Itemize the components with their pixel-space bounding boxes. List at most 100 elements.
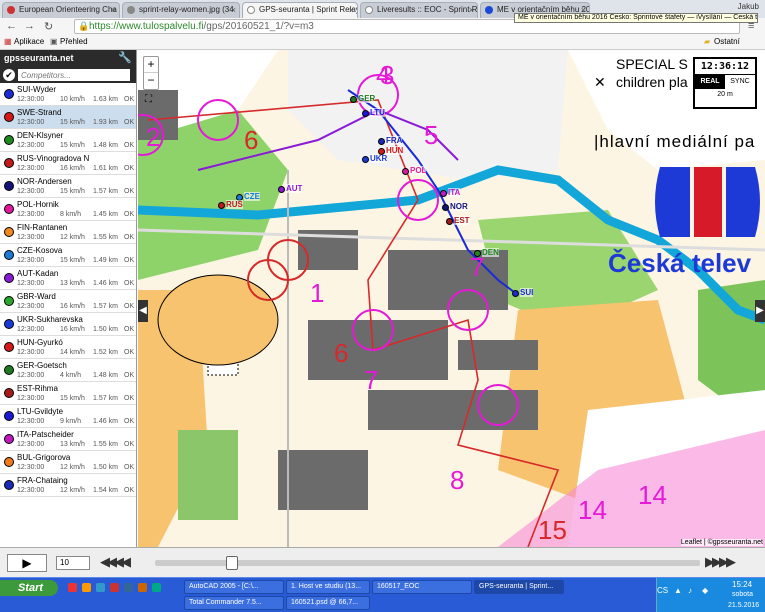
forward-icon[interactable]: → (24, 20, 35, 32)
runner-label[interactable]: EST (454, 216, 470, 225)
competitor-color-dot[interactable] (4, 250, 14, 260)
clock-time[interactable]: 15:24 (732, 580, 752, 589)
task-folder-eoc[interactable]: 160517_EOC (372, 580, 472, 594)
competitor-search-input[interactable] (18, 69, 130, 81)
runner-label[interactable]: ITA (448, 188, 461, 197)
zoom-out-button[interactable]: − (144, 73, 158, 89)
close-icon[interactable]: × (111, 3, 116, 17)
competitor-color-dot[interactable] (4, 388, 14, 398)
language-indicator[interactable]: CS (657, 586, 668, 595)
competitor-row[interactable]: RUS-Vinogradova N 12:30:00 16 km/h 1.61 km O… (0, 152, 136, 175)
competitor-color-dot[interactable] (4, 457, 14, 467)
rewind-button[interactable]: ◀◀◀◀ (100, 554, 131, 570)
competitor-row[interactable]: SUI-Wyder 12:30:00 10 km/h 1.63 km OK (0, 83, 136, 106)
competitor-color-dot[interactable] (4, 319, 14, 329)
close-overlay-icon[interactable]: ✕ (594, 74, 606, 91)
runner-marker[interactable] (512, 290, 519, 297)
network-icon[interactable]: ▲ (674, 586, 682, 595)
explorer-icon[interactable] (96, 583, 105, 592)
firefox-icon[interactable] (82, 583, 91, 592)
photoshop-icon[interactable] (124, 583, 133, 592)
runner-label[interactable]: GER (358, 94, 376, 103)
runner-marker[interactable] (350, 96, 357, 103)
runner-marker[interactable] (446, 218, 453, 225)
competitor-row[interactable]: FRA-Chataing 12:30:00 12 km/h 1.54 km OK (0, 474, 136, 497)
competitor-color-dot[interactable] (4, 480, 14, 490)
runner-marker[interactable] (362, 110, 369, 117)
task-total-commander[interactable]: Total Commander 7.5... (184, 596, 284, 610)
competitor-color-dot[interactable] (4, 296, 14, 306)
runner-marker[interactable] (278, 186, 285, 193)
competitor-row[interactable]: GBR-Ward 12:30:00 16 km/h 1.57 km OK (0, 290, 136, 313)
competitor-row[interactable]: AUT-Kadan 12:30:00 13 km/h 1.46 km OK (0, 267, 136, 290)
competitor-row[interactable]: BUL-Grigorova 12:30:00 12 km/h 1.50 km OK (0, 451, 136, 474)
competitor-color-dot[interactable] (4, 158, 14, 168)
task-host-ve-studiu[interactable]: 1. Host ve studiu (13... (286, 580, 370, 594)
runner-label[interactable]: DEN (482, 248, 499, 257)
orienteering-map[interactable]: 1 2 3 4 5 6 6 7 7 8 14 14 15 GER LTU FRA UKR HUN POL ITA NOR… (138, 50, 765, 547)
sync-mode-button[interactable]: SYNC (725, 75, 755, 89)
competitor-color-dot[interactable] (4, 411, 14, 421)
competitor-color-dot[interactable] (4, 89, 14, 99)
play-button[interactable]: ▶ (7, 554, 47, 572)
runner-marker[interactable] (402, 168, 409, 175)
competitor-row[interactable]: SWE-Strand 12:30:00 15 km/h 1.93 km OK (0, 106, 136, 129)
competitor-color-dot[interactable] (4, 365, 14, 375)
speed-select[interactable]: 10 (56, 556, 90, 570)
start-button[interactable]: Start (0, 580, 58, 596)
fast-forward-button[interactable]: ▶▶▶▶ (705, 554, 736, 570)
competitor-row[interactable]: GER-Goetsch 12:30:00 4 km/h 1.48 km OK (0, 359, 136, 382)
competitor-color-dot[interactable] (4, 227, 14, 237)
runner-label[interactable]: HUN (386, 146, 404, 155)
runner-label[interactable]: AUT (286, 184, 303, 193)
close-icon[interactable]: × (349, 3, 354, 17)
runner-marker[interactable] (442, 204, 449, 211)
runner-marker[interactable] (218, 202, 225, 209)
competitor-color-dot[interactable] (4, 135, 14, 145)
bookmark-apps[interactable]: Aplikace (14, 35, 44, 49)
illustrator-icon[interactable] (138, 583, 147, 592)
tab-gps-seuranta[interactable]: GPS-seuranta | Sprint Relay × (242, 2, 358, 18)
competitor-color-dot[interactable] (4, 434, 14, 444)
competitor-row[interactable]: LTU-Gvildyte 12:30:00 9 km/h 1.46 km OK (0, 405, 136, 428)
chrome-icon[interactable] (68, 583, 77, 592)
runner-label[interactable]: POL (410, 166, 427, 175)
competitor-row[interactable]: ITA-Patscheider 12:30:00 13 km/h 1.55 km OK (0, 428, 136, 451)
competitor-row[interactable]: NOR-Andersen 12:30:00 15 km/h 1.57 km OK (0, 175, 136, 198)
close-icon[interactable]: × (231, 3, 236, 17)
runner-marker[interactable] (474, 250, 481, 257)
competitor-row[interactable]: CZE-Kosova 12:30:00 15 km/h 1.49 km OK (0, 244, 136, 267)
wrench-icon[interactable]: 🔧 (118, 50, 132, 67)
runner-label[interactable]: UKR (370, 154, 388, 163)
runner-marker[interactable] (362, 156, 369, 163)
profile-name[interactable]: Jakub (738, 2, 759, 11)
competitor-row[interactable]: EST-Rihma 12:30:00 15 km/h 1.57 km OK (0, 382, 136, 405)
tab-image[interactable]: sprint-relay-women.jpg (34 × (122, 2, 240, 18)
app-icon[interactable] (110, 583, 119, 592)
map-attribution[interactable]: Leaflet | ©gpsseuranta.net (680, 539, 763, 546)
security-icon[interactable]: ◆ (702, 586, 708, 595)
runner-label[interactable]: RUS (226, 200, 243, 209)
task-gps-seuranta[interactable]: GPS-seuranta | Sprint... (474, 580, 564, 594)
competitor-color-dot[interactable] (4, 112, 14, 122)
competitor-row[interactable]: UKR-Sukharevska 12:30:00 16 km/h 1.50 km OK (0, 313, 136, 336)
back-icon[interactable]: ← (6, 20, 17, 32)
runner-marker[interactable] (440, 190, 447, 197)
reload-icon[interactable]: ↻ (44, 20, 53, 33)
tab-eoc[interactable]: European Orienteering Cha × (2, 2, 120, 18)
competitor-row[interactable]: HUN-Gyurkó 12:30:00 14 km/h 1.52 km OK (0, 336, 136, 359)
timeline-knob[interactable] (225, 556, 238, 570)
real-mode-button[interactable]: REAL (695, 75, 725, 89)
app-icon[interactable] (152, 583, 161, 592)
tab-liveresults[interactable]: Liveresults :: EOC - Sprint R × (360, 2, 478, 18)
competitor-row[interactable]: DEN-Klsyner 12:30:00 15 km/h 1.48 km OK (0, 129, 136, 152)
runner-marker[interactable] (378, 138, 385, 145)
competitor-row[interactable]: FIN-Rantanen 12:30:00 12 km/h 1.55 km OK (0, 221, 136, 244)
competitor-color-dot[interactable] (4, 204, 14, 214)
volume-icon[interactable]: ♪ (688, 586, 692, 595)
runner-marker[interactable] (378, 148, 385, 155)
runner-label[interactable]: NOR (450, 202, 468, 211)
competitor-row[interactable]: POL-Hornik 12:30:00 8 km/h 1.45 km OK (0, 198, 136, 221)
runner-label[interactable]: SUI (520, 288, 534, 297)
fullscreen-icon[interactable]: ⛶ (145, 94, 152, 105)
